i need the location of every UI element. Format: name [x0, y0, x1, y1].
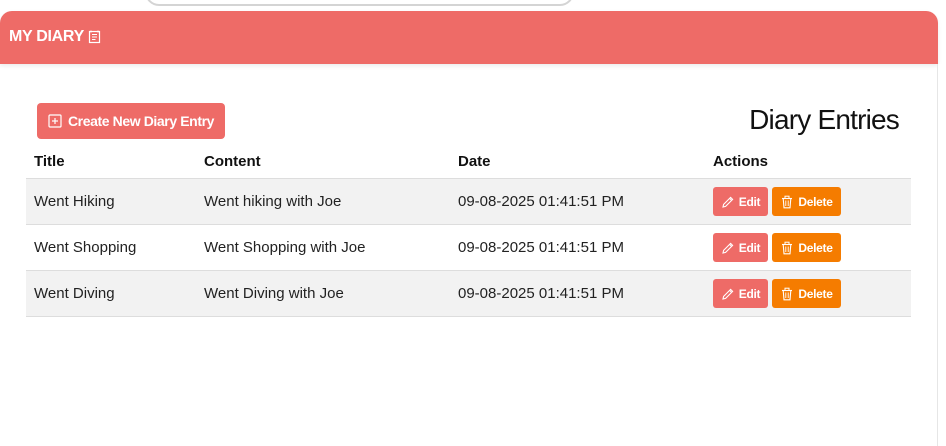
journal-icon — [88, 30, 102, 44]
entry-content: Went hiking with Joe — [196, 178, 450, 225]
delete-button[interactable]: Delete — [772, 187, 841, 216]
column-header-actions: Actions — [705, 144, 911, 179]
navbar: MY DIARY — [0, 11, 938, 64]
entry-title: Went Hiking — [26, 178, 196, 225]
entry-actions: Edit Delete — [705, 178, 911, 225]
create-entry-button[interactable]: Create New Diary Entry — [37, 103, 225, 139]
entry-date: 09-08-2025 01:41:51 PM — [450, 178, 705, 225]
trash-icon — [780, 287, 794, 301]
entry-title: Went Diving — [26, 270, 196, 317]
page-right-edge — [937, 64, 946, 446]
table-row: Went Diving Went Diving with Joe 09-08-2… — [26, 270, 911, 317]
delete-label: Delete — [798, 194, 833, 209]
entry-date: 09-08-2025 01:41:51 PM — [450, 270, 705, 317]
brand-label: MY DIARY — [9, 28, 84, 45]
column-header-date: Date — [450, 144, 705, 179]
entry-content: Went Diving with Joe — [196, 270, 450, 317]
pencil-icon — [721, 241, 735, 255]
table-row: Went Shopping Went Shopping with Joe 09-… — [26, 224, 911, 271]
diary-table: Title Content Date Actions Went Hiking W… — [26, 144, 911, 317]
page-title: Diary Entries — [749, 104, 900, 135]
column-header-title: Title — [26, 144, 196, 179]
entry-date: 09-08-2025 01:41:51 PM — [450, 224, 705, 271]
plus-square-icon — [48, 114, 62, 128]
create-entry-label: Create New Diary Entry — [67, 113, 215, 129]
delete-label: Delete — [798, 286, 833, 301]
table-header-row: Title Content Date Actions — [26, 144, 911, 179]
edit-button[interactable]: Edit — [713, 187, 768, 216]
delete-button[interactable]: Delete — [772, 279, 841, 308]
column-header-content: Content — [196, 144, 450, 179]
edit-button[interactable]: Edit — [713, 279, 768, 308]
pencil-icon — [721, 287, 735, 301]
edit-button[interactable]: Edit — [713, 233, 768, 262]
table-row: Went Hiking Went hiking with Joe 09-08-2… — [26, 178, 911, 225]
delete-button[interactable]: Delete — [772, 233, 841, 262]
brand[interactable]: MY DIARY — [9, 28, 102, 46]
trash-icon — [780, 241, 794, 255]
entry-actions: Edit Delete — [705, 270, 911, 317]
browser-address-bar[interactable] — [145, 0, 574, 6]
edit-label: Edit — [738, 240, 761, 255]
entry-title: Went Shopping — [26, 224, 196, 271]
delete-label: Delete — [798, 240, 833, 255]
page: MY DIARY Create New Diary Entry Diary En… — [0, 0, 946, 446]
entry-actions: Edit Delete — [705, 224, 911, 271]
edit-label: Edit — [738, 194, 761, 209]
entry-content: Went Shopping with Joe — [196, 224, 450, 271]
pencil-icon — [721, 195, 735, 209]
edit-label: Edit — [738, 286, 761, 301]
trash-icon — [780, 195, 794, 209]
